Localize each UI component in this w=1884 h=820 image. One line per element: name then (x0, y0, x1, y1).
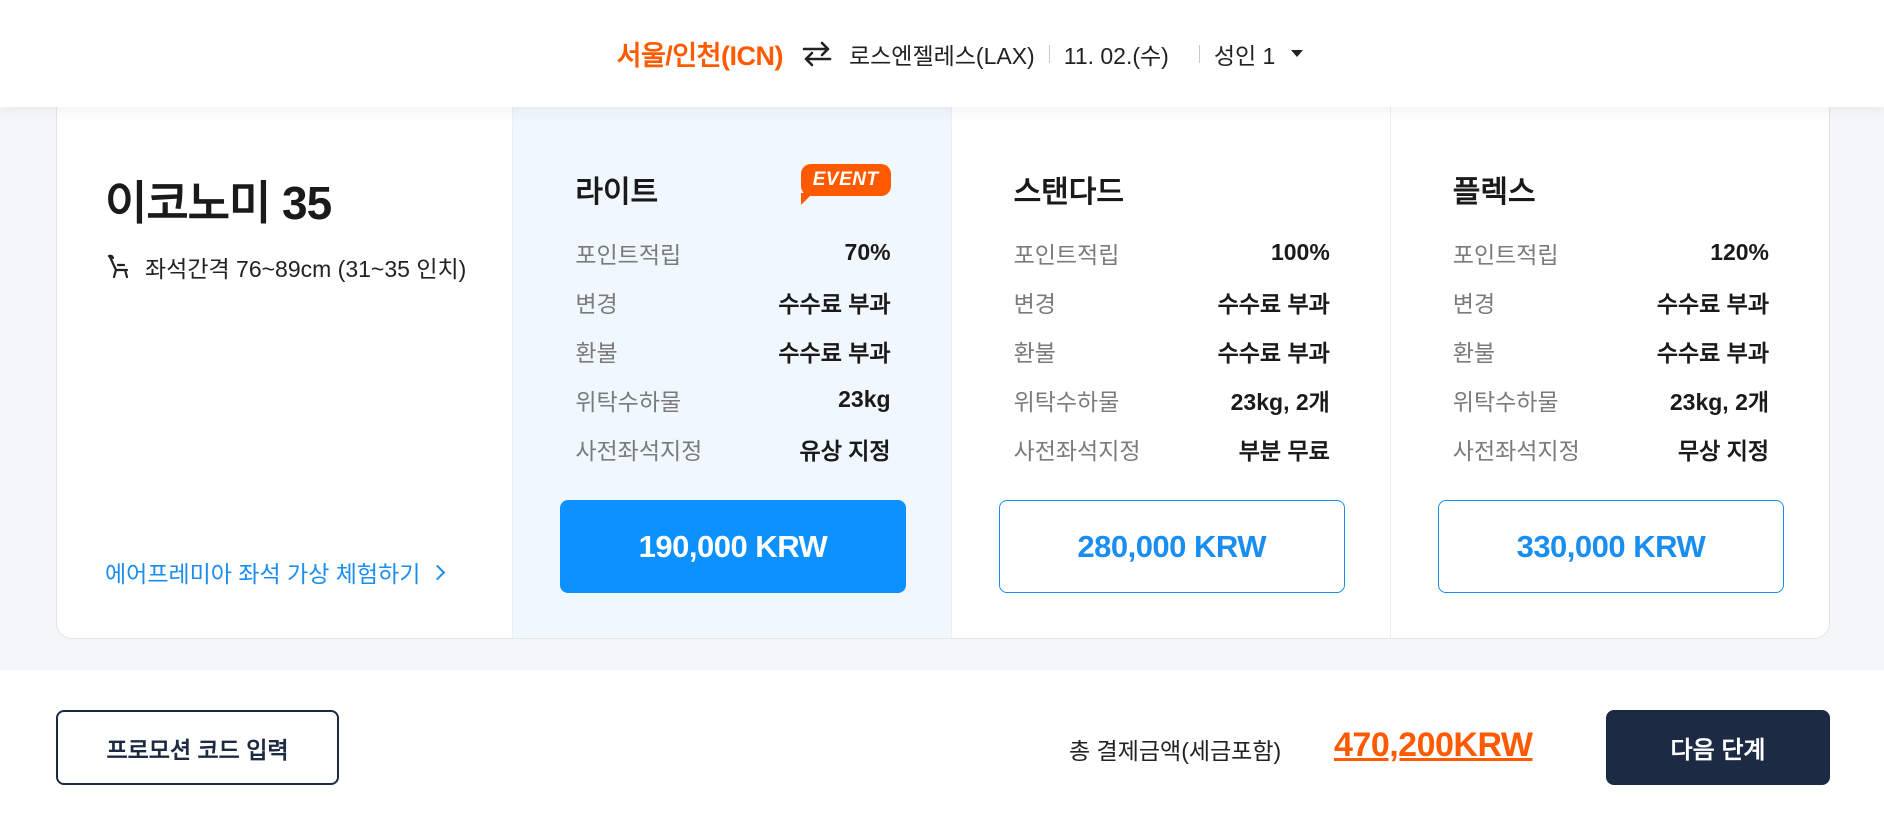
total-label: 총 결제금액(세금포함) (1069, 738, 1282, 764)
row-value: 수수료 부과 (1217, 290, 1330, 317)
row-label: 위탁수하물 (1452, 388, 1559, 415)
seat-pitch-row: 좌석간격 76~89cm (31~35 인치) (105, 250, 466, 284)
fare-row-change: 변경 수수료 부과 (1014, 277, 1330, 326)
row-value: 100% (1270, 239, 1330, 265)
origin-airport[interactable]: 서울/인천(ICN) (617, 34, 784, 73)
fare-name: 라이트 (575, 176, 659, 209)
row-value: 23kg, 2개 (1669, 388, 1770, 415)
checkout-bar: 프로모션 코드 입력 총 결제금액(세금포함) 470,200KRW 다음 단계 (0, 670, 1884, 820)
fare-details: 포인트적립 70% 변경 수수료 부과 환불 수수료 부과 위탁수하물 23kg 사전좌… (575, 228, 890, 473)
price-button-light[interactable]: 190,000 KRW (560, 500, 906, 593)
row-value: 120% (1710, 239, 1770, 265)
fare-row-change: 변경 수수료 부과 (575, 277, 890, 326)
total-amount[interactable]: 470,200KRW (1334, 726, 1533, 765)
row-value: 수수료 부과 (1656, 290, 1770, 317)
row-value: 70% (844, 239, 891, 265)
event-badge: EVENT (800, 164, 891, 205)
row-value: 23kg, 2개 (1230, 388, 1330, 415)
route-header: 서울/인천(ICN) 로스엔젤레스(LAX) 11. 02.(수) 성인 1 (0, 0, 1884, 107)
row-label: 변경 (1452, 290, 1496, 317)
row-value: 수수료 부과 (1217, 339, 1330, 366)
caret-down-icon (1291, 50, 1304, 57)
chevron-right-icon (430, 564, 446, 580)
price-button-flex[interactable]: 330,000 KRW (1437, 500, 1785, 593)
fare-details: 포인트적립 100% 변경 수수료 부과 환불 수수료 부과 위탁수하물 23kg, 2… (1014, 228, 1330, 473)
row-label: 포인트적립 (1452, 241, 1559, 268)
virtual-seat-link-label: 에어프레미아 좌석 가상 체험하기 (105, 561, 421, 587)
fare-name: 스탠다드 (1013, 176, 1124, 209)
passenger-count: 성인 1 (1213, 42, 1276, 69)
row-value: 수수료 부과 (1656, 339, 1770, 366)
row-label: 변경 (575, 290, 618, 317)
fare-name: 플렉스 (1452, 176, 1536, 209)
virtual-seat-link[interactable]: 에어프레미아 좌석 가상 체험하기 (105, 555, 446, 589)
fare-row-seat: 사전좌석지정 유상 지정 (575, 424, 890, 473)
fare-row-baggage: 위탁수하물 23kg, 2개 (1014, 375, 1330, 424)
seat-pitch-text: 좌석간격 76~89cm (31~35 인치) (145, 256, 467, 282)
fare-row-change: 변경 수수료 부과 (1453, 277, 1769, 326)
row-label: 사전좌석지정 (1013, 437, 1141, 464)
route-summary: 서울/인천(ICN) 로스엔젤레스(LAX) 11. 02.(수) 성인 1 (617, 34, 1304, 73)
row-value: 23kg (838, 386, 891, 412)
promo-code-button[interactable]: 프로모션 코드 입력 (56, 710, 339, 785)
fare-option-flex[interactable]: 플렉스 포인트적립 120% 변경 수수료 부과 환불 수수료 부과 위탁수하물 23k… (1389, 107, 1829, 638)
row-label: 위탁수하물 (1013, 388, 1120, 415)
swap-arrows-icon[interactable] (801, 40, 833, 68)
fare-card: 이코노미 35 좌석간격 76~89cm (31~35 인치) 에어프레미아 좌… (56, 107, 1830, 639)
fare-option-light[interactable]: 라이트 EVENT 포인트적립 70% 변경 수수료 부과 환불 수수료 부과 위탁수… (512, 107, 951, 638)
fare-row-points: 포인트적립 70% (575, 228, 890, 277)
row-value: 부분 무료 (1238, 437, 1330, 464)
row-value: 수수료 부과 (778, 290, 891, 317)
passenger-dropdown[interactable]: 성인 1 (1214, 37, 1304, 71)
fare-row-baggage: 위탁수하물 23kg (575, 375, 890, 424)
event-badge-label: EVENT (800, 164, 891, 196)
row-label: 포인트적립 (1013, 241, 1120, 268)
seat-icon (105, 253, 133, 281)
row-label: 위탁수하물 (575, 388, 682, 415)
departure-date[interactable]: 11. 02.(수) (1064, 37, 1169, 71)
fare-row-refund: 환불 수수료 부과 (1014, 326, 1330, 375)
fare-row-seat: 사전좌석지정 무상 지정 (1453, 424, 1769, 473)
next-step-button[interactable]: 다음 단계 (1606, 710, 1830, 785)
divider (1198, 44, 1200, 63)
row-value: 수수료 부과 (778, 339, 891, 366)
fare-row-baggage: 위탁수하물 23kg, 2개 (1453, 375, 1769, 424)
fare-row-refund: 환불 수수료 부과 (575, 326, 890, 375)
fare-option-standard[interactable]: 스탠다드 포인트적립 100% 변경 수수료 부과 환불 수수료 부과 위탁수하물 23… (950, 107, 1390, 638)
destination-airport[interactable]: 로스엔젤레스(LAX) (849, 37, 1035, 71)
cabin-info: 이코노미 35 좌석간격 76~89cm (31~35 인치) 에어프레미아 좌… (57, 107, 512, 638)
row-label: 사전좌석지정 (1452, 437, 1580, 464)
fare-details: 포인트적립 120% 변경 수수료 부과 환불 수수료 부과 위탁수하물 23kg, 2… (1453, 228, 1769, 473)
event-badge-tail (800, 193, 813, 205)
row-value: 유상 지정 (799, 437, 891, 464)
row-label: 사전좌석지정 (575, 437, 703, 464)
row-label: 포인트적립 (575, 241, 682, 268)
row-label: 환불 (1013, 339, 1056, 366)
fare-row-seat: 사전좌석지정 부분 무료 (1014, 424, 1330, 473)
fare-row-refund: 환불 수수료 부과 (1453, 326, 1769, 375)
row-label: 환불 (575, 339, 618, 366)
price-button-standard[interactable]: 280,000 KRW (998, 500, 1345, 593)
row-label: 환불 (1452, 339, 1496, 366)
fare-row-points: 포인트적립 100% (1014, 228, 1330, 277)
cabin-title: 이코노미 35 (105, 177, 332, 229)
fare-row-points: 포인트적립 120% (1453, 228, 1769, 277)
row-label: 변경 (1013, 290, 1056, 317)
row-value: 무상 지정 (1677, 437, 1770, 464)
divider (1048, 44, 1050, 63)
